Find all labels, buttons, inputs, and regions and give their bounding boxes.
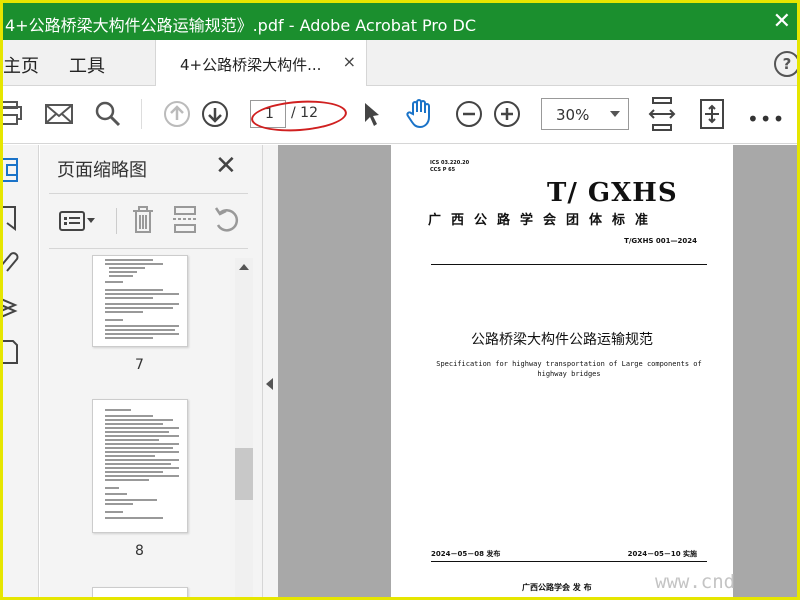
zoom-value: 30% (556, 106, 590, 124)
left-rail (3, 145, 39, 597)
window-close-icon[interactable]: ✕ (773, 9, 791, 34)
ics-line: ICS 03.220.20 (430, 160, 470, 166)
publish-date: 2024－05－08 发布 (431, 550, 501, 558)
divider (431, 264, 707, 265)
more-options-icon[interactable]: ••• (747, 107, 785, 131)
divider (49, 248, 248, 249)
attachments-icon[interactable] (3, 249, 23, 279)
document-title: 公路桥梁大构件公路运输规范 (471, 332, 653, 348)
email-icon[interactable] (43, 100, 75, 128)
full-screen-icon[interactable] (697, 97, 727, 131)
hand-tool-icon[interactable] (403, 96, 437, 130)
menu-tools[interactable]: 工具 (69, 52, 105, 78)
app-window: 4+公路桥梁大构件公路运输规范》.pdf - Adobe Acrobat Pro… (0, 0, 800, 600)
select-tool-icon[interactable] (359, 99, 383, 129)
chevron-left-icon (266, 378, 273, 390)
ics-code: ICS 03.220.20 CCS P 65 (430, 160, 469, 174)
insert-page-icon[interactable] (171, 205, 199, 239)
divider (431, 561, 707, 562)
thumbnail-scrollbar[interactable] (235, 258, 253, 597)
document-tab-label: 4+公路桥梁大构件... (180, 56, 322, 74)
panel-title: 页面缩略图 (57, 160, 147, 181)
panel-collapse-handle[interactable] (263, 145, 278, 597)
document-viewer[interactable]: ICS 03.220.20 CCS P 65 T/ GXHS 广西公路学会团体标… (278, 145, 797, 597)
previous-page-icon[interactable] (162, 99, 192, 129)
document-icon[interactable] (3, 339, 23, 369)
toolbar-divider (141, 99, 142, 129)
divider (49, 193, 248, 194)
layers-icon[interactable] (3, 293, 23, 323)
zoom-in-icon[interactable] (492, 99, 522, 129)
print-icon[interactable] (3, 99, 25, 127)
page-thumbnail[interactable] (92, 255, 188, 347)
page-thumbnail[interactable] (92, 399, 188, 533)
thumbnails-panel: 页面缩略图 ✕ 7 8 (40, 145, 263, 597)
fit-page-icon[interactable] (647, 95, 677, 133)
close-icon[interactable]: ✕ (215, 151, 237, 181)
standard-code: T/ GXHS (547, 178, 678, 208)
scroll-thumb[interactable] (235, 448, 253, 500)
rotate-icon[interactable] (212, 205, 242, 239)
pdf-page: ICS 03.220.20 CCS P 65 T/ GXHS 广西公路学会团体标… (391, 145, 733, 597)
window-title: 4+公路桥梁大构件公路运输规范》.pdf - Adobe Acrobat Pro… (5, 16, 477, 35)
scroll-up-icon[interactable] (239, 264, 249, 270)
document-tab[interactable]: 4+公路桥梁大构件... × (155, 40, 367, 86)
watermark: www.cnd (655, 571, 736, 593)
delete-icon[interactable] (130, 205, 156, 239)
thumbnail-page-number: 7 (135, 357, 144, 373)
divider (116, 208, 117, 234)
page-thumbnails-icon[interactable] (3, 157, 23, 187)
title-bar: 4+公路桥梁大构件公路运输规范》.pdf - Adobe Acrobat Pro… (3, 3, 797, 40)
help-icon[interactable]: ? (774, 51, 797, 77)
next-page-icon[interactable] (200, 99, 230, 129)
association-title: 广西公路学会团体标准 (428, 213, 659, 228)
implement-date: 2024－05－10 实施 (627, 550, 697, 558)
menu-row: 主页 工具 (3, 40, 797, 86)
standard-number: T/GXHS 001—2024 (624, 237, 697, 245)
search-icon[interactable] (93, 99, 123, 129)
thumbnail-options-icon[interactable] (58, 207, 98, 239)
document-title-english: Specification for highway transportation… (436, 360, 702, 378)
bookmarks-icon[interactable] (3, 205, 23, 235)
zoom-out-icon[interactable] (454, 99, 484, 129)
ccs-line: CCS P 65 (430, 167, 456, 173)
zoom-select[interactable]: 30% (541, 98, 629, 130)
thumbnail-page-number: 8 (135, 543, 144, 559)
page-thumbnail[interactable] (92, 587, 188, 597)
tab-close-icon[interactable]: × (343, 52, 356, 71)
menu-home[interactable]: 主页 (3, 52, 39, 78)
chevron-down-icon (610, 111, 620, 117)
issuer: 广西公路学会 发 布 (522, 583, 592, 592)
